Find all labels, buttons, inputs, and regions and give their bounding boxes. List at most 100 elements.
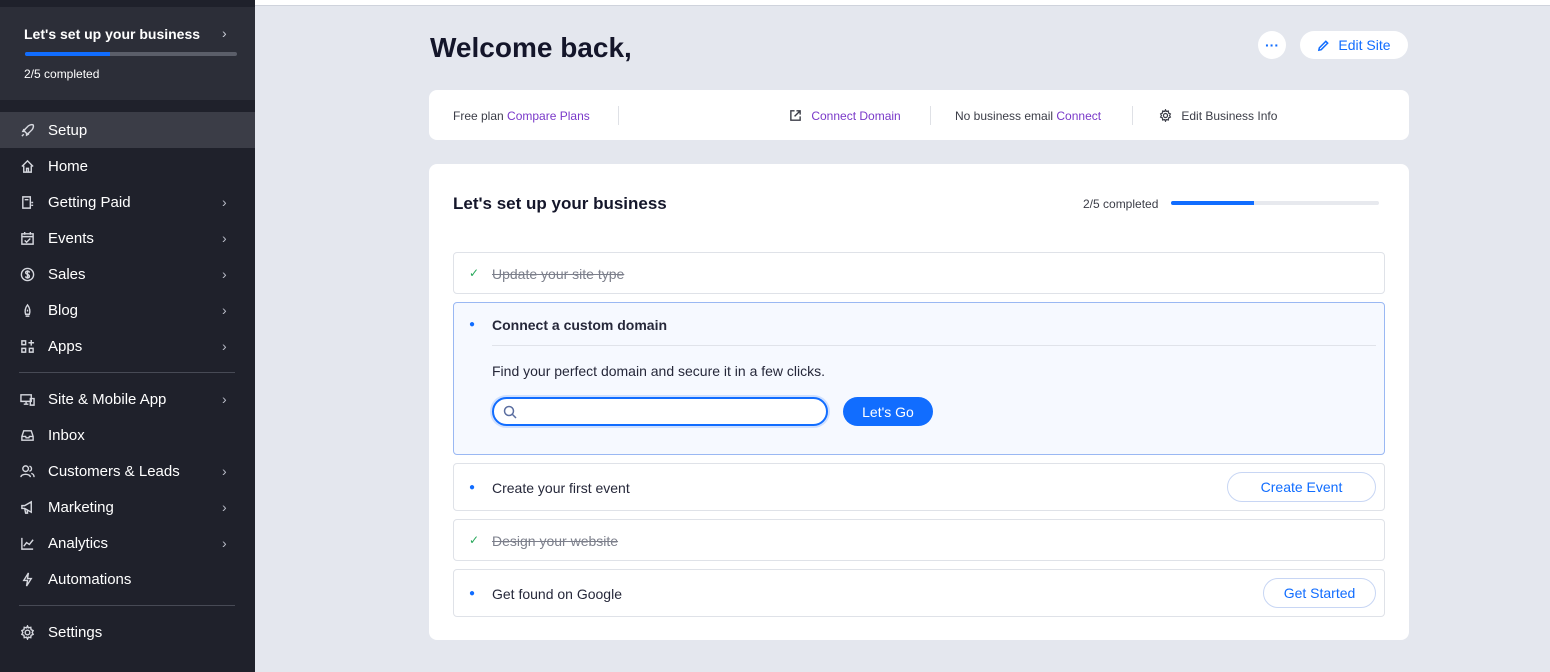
edit-site-button[interactable]: Edit Site	[1300, 31, 1408, 59]
sidebar-item-label: Sales	[48, 265, 86, 283]
sidebar-item-getting-paid[interactable]: Getting Paid ›	[0, 184, 255, 220]
setup-banner-progress	[25, 52, 237, 56]
gear-icon	[1159, 108, 1172, 123]
info-separator	[618, 106, 619, 125]
lets-go-button[interactable]: Let's Go	[843, 397, 933, 426]
chevron-right-icon: ›	[222, 194, 227, 210]
setup-progress-bar	[1171, 201, 1379, 205]
chevron-right-icon: ›	[222, 25, 227, 41]
get-started-button[interactable]: Get Started	[1263, 578, 1376, 608]
sidebar-item-label: Setup	[48, 121, 88, 139]
lightning-icon	[19, 571, 35, 587]
info-separator	[930, 106, 931, 125]
sidebar-item-label: Automations	[48, 570, 132, 588]
sidebar-item-label: Settings	[48, 623, 103, 641]
gear-icon	[19, 624, 35, 640]
compare-plans-link[interactable]: Compare Plans	[507, 109, 590, 123]
devices-icon	[19, 391, 35, 407]
external-link-icon	[790, 110, 801, 121]
business-email-status: No business email Connect	[955, 109, 1101, 123]
sidebar-item-label: Site & Mobile App	[48, 390, 167, 408]
sidebar-item-label: Getting Paid	[48, 193, 131, 211]
setup-banner-title: Let's set up your business	[24, 26, 201, 42]
sidebar-item-site-mobile-app[interactable]: Site & Mobile App ›	[0, 381, 255, 417]
chart-icon	[19, 535, 35, 551]
calendar-icon	[19, 230, 35, 246]
email-connect-link[interactable]: Connect	[1056, 109, 1101, 123]
sidebar-item-label: Analytics	[48, 534, 109, 552]
sidebar-item-automations[interactable]: Automations	[0, 561, 255, 597]
bullet-icon: ●	[469, 482, 476, 493]
edit-business-info-link[interactable]: Edit Business Info	[1159, 108, 1278, 123]
sidebar-item-analytics[interactable]: Analytics ›	[0, 525, 255, 561]
search-icon	[503, 405, 517, 419]
task-connect-domain[interactable]: ● Connect a custom domain Find your perf…	[453, 302, 1385, 455]
edit-business-info-label: Edit Business Info	[1181, 109, 1278, 123]
sidebar-item-setup[interactable]: Setup	[0, 112, 255, 148]
sidebar-item-inbox[interactable]: Inbox	[0, 417, 255, 453]
checkmark-icon: ✓	[469, 533, 480, 547]
connect-domain-link[interactable]: Connect Domain	[789, 109, 901, 123]
setup-banner[interactable]: Let's set up your business › 2/5 complet…	[0, 7, 255, 100]
task-label: Create your first event	[492, 480, 630, 496]
task-design-website[interactable]: ✓ Design your website	[453, 519, 1385, 561]
domain-search-field[interactable]	[492, 397, 828, 426]
task-update-site-type[interactable]: ✓ Update your site type	[453, 252, 1385, 294]
sidebar-item-label: Inbox	[48, 426, 85, 444]
domain-search-input[interactable]	[522, 402, 818, 422]
sidebar-divider	[19, 605, 235, 606]
task-label: Connect a custom domain	[492, 317, 668, 333]
setup-progress-fill	[1171, 201, 1255, 205]
megaphone-icon	[19, 499, 35, 515]
sidebar-item-sales[interactable]: Sales ›	[0, 256, 255, 292]
sidebar-item-customers-leads[interactable]: Customers & Leads ›	[0, 453, 255, 489]
plan-status: Free plan Compare Plans	[453, 109, 590, 123]
home-icon	[19, 158, 35, 174]
chevron-right-icon: ›	[222, 463, 227, 479]
sidebar-item-label: Customers & Leads	[48, 462, 180, 480]
pencil-icon	[1318, 39, 1330, 51]
sidebar-item-home[interactable]: Home	[0, 148, 255, 184]
sidebar-item-settings[interactable]: Settings	[0, 614, 255, 650]
setup-progress-text: 2/5 completed	[1083, 197, 1159, 211]
sidebar-item-apps[interactable]: Apps ›	[0, 328, 255, 364]
pen-nib-icon	[19, 302, 35, 318]
sidebar-item-label: Home	[48, 157, 89, 175]
plan-text: Free plan	[453, 109, 504, 123]
sidebar-item-label: Apps	[48, 337, 83, 355]
email-text: No business email	[955, 109, 1054, 123]
sidebar-item-label: Blog	[48, 301, 79, 319]
sidebar-item-label: Marketing	[48, 498, 114, 516]
chevron-right-icon: ›	[222, 391, 227, 407]
bullet-icon: ●	[469, 319, 476, 330]
task-get-found-google[interactable]: ● Get found on Google Get Started	[453, 569, 1385, 617]
setup-card: Let's set up your business 2/5 completed…	[429, 164, 1409, 640]
chevron-right-icon: ›	[222, 266, 227, 282]
chevron-right-icon: ›	[222, 302, 227, 318]
task-description: Find your perfect domain and secure it i…	[492, 363, 826, 379]
task-create-event[interactable]: ● Create your first event Create Event	[453, 463, 1385, 511]
page-title: Welcome back,	[430, 32, 632, 63]
dollar-icon	[19, 266, 35, 282]
chevron-right-icon: ›	[222, 499, 227, 515]
connect-domain-label: Connect Domain	[811, 109, 901, 123]
sidebar-item-label: Events	[48, 229, 94, 247]
sidebar: Let's set up your business › 2/5 complet…	[0, 0, 255, 672]
apps-icon	[19, 338, 35, 354]
inbox-icon	[19, 427, 35, 443]
setup-banner-progress-text: 2/5 completed	[24, 67, 100, 81]
sidebar-item-marketing[interactable]: Marketing ›	[0, 489, 255, 525]
create-event-button[interactable]: Create Event	[1227, 472, 1376, 502]
more-icon: ···	[1265, 37, 1279, 53]
checkmark-icon: ✓	[469, 266, 480, 280]
more-actions-button[interactable]: ···	[1258, 31, 1286, 59]
setup-banner-progress-fill	[25, 52, 110, 56]
info-separator	[1132, 106, 1133, 125]
sidebar-item-events[interactable]: Events ›	[0, 220, 255, 256]
setup-title: Let's set up your business	[453, 194, 667, 213]
task-label: Get found on Google	[492, 586, 622, 602]
chevron-right-icon: ›	[222, 535, 227, 551]
task-divider	[492, 345, 1376, 346]
business-info-bar: Free plan Compare Plans Connect Domain N…	[429, 90, 1409, 140]
sidebar-item-blog[interactable]: Blog ›	[0, 292, 255, 328]
